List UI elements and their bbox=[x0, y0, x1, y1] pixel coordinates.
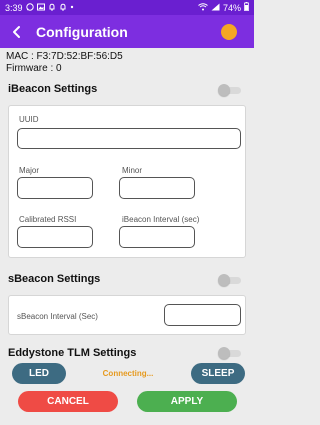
gallery-icon bbox=[36, 3, 45, 13]
sbeacon-toggle[interactable] bbox=[218, 274, 242, 286]
led-button[interactable]: LED bbox=[12, 363, 66, 384]
uuid-label: UUID bbox=[19, 115, 39, 124]
calibrated-rssi-label: Calibrated RSSI bbox=[19, 215, 77, 224]
dot-icon bbox=[70, 3, 74, 13]
firmware-version: Firmware : 0 bbox=[6, 63, 62, 74]
eddystone-tlm-settings-title: Eddystone TLM Settings bbox=[8, 347, 137, 359]
eddystone-toggle[interactable] bbox=[218, 347, 242, 359]
apply-button[interactable]: APPLY bbox=[137, 391, 237, 412]
calibrated-rssi-input[interactable] bbox=[17, 226, 93, 248]
sbeacon-interval-input[interactable] bbox=[164, 304, 241, 326]
page-title: Configuration bbox=[36, 23, 128, 40]
minor-input[interactable] bbox=[119, 177, 195, 199]
app-bar: Configuration bbox=[0, 15, 254, 48]
sbeacon-settings-card: sBeacon Interval (Sec) bbox=[8, 295, 246, 335]
mac-address: MAC : F3:7D:52:BF:56:D5 bbox=[6, 51, 123, 62]
uuid-input[interactable] bbox=[17, 128, 241, 149]
back-arrow-icon[interactable] bbox=[8, 23, 26, 41]
connection-status-text: Connecting... bbox=[102, 369, 154, 378]
sbeacon-interval-label: sBeacon Interval (Sec) bbox=[17, 312, 98, 321]
ibeacon-interval-input[interactable] bbox=[119, 226, 195, 248]
ibeacon-interval-label: iBeacon Interval (sec) bbox=[122, 215, 200, 224]
signal-icon bbox=[211, 3, 220, 13]
ibeacon-settings-title: iBeacon Settings bbox=[8, 83, 98, 95]
status-battery-percent: 74% bbox=[222, 2, 241, 13]
minor-label: Minor bbox=[122, 166, 143, 175]
status-time: 3:39 bbox=[5, 2, 23, 13]
bell-icon bbox=[59, 3, 67, 13]
major-input[interactable] bbox=[17, 177, 93, 199]
status-bar-right: 74% bbox=[198, 2, 249, 13]
major-label: Major bbox=[19, 166, 40, 175]
ibeacon-toggle-thumb bbox=[218, 84, 230, 96]
bell-icon bbox=[48, 3, 56, 13]
wifi-icon bbox=[198, 2, 208, 13]
ibeacon-settings-card: UUID Major Minor Calibrated RSSI iBeacon… bbox=[8, 105, 246, 258]
cancel-button[interactable]: CANCEL bbox=[18, 391, 118, 412]
device-info: MAC : F3:7D:52:BF:56:D5 Firmware : 0 bbox=[6, 51, 123, 75]
sbeacon-settings-title: sBeacon Settings bbox=[8, 273, 101, 285]
battery-icon bbox=[244, 2, 249, 13]
whatsapp-icon bbox=[25, 2, 34, 13]
connection-status-indicator bbox=[221, 24, 237, 40]
sleep-button[interactable]: SLEEP bbox=[191, 363, 245, 384]
status-bar: 3:39 74% bbox=[0, 0, 254, 15]
sbeacon-toggle-thumb bbox=[218, 274, 230, 286]
eddystone-toggle-thumb bbox=[218, 347, 230, 359]
status-bar-left: 3:39 bbox=[5, 3, 74, 13]
ibeacon-toggle[interactable] bbox=[218, 84, 242, 96]
